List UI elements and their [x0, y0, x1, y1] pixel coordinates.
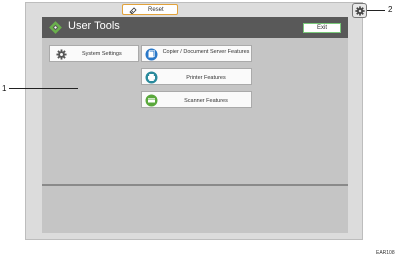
gear-icon [355, 6, 365, 16]
callout-number-2: 2 [388, 5, 393, 14]
printer-icon [145, 71, 158, 84]
divider [42, 184, 348, 186]
copier-label: Copier / Document Server Features [162, 49, 250, 55]
callout-number-1: 1 [2, 84, 7, 93]
eraser-icon [129, 7, 137, 14]
scanner-label: Scanner Features [184, 97, 228, 104]
printer-features-button[interactable]: Printer Features [141, 68, 252, 85]
title-bar: User Tools Exit [42, 17, 348, 38]
callout-line-1 [9, 88, 78, 89]
figure-code: EAR108 [376, 250, 395, 256]
user-tools-icon [49, 21, 62, 34]
reset-label: Reset [148, 6, 164, 13]
exit-button[interactable]: Exit [303, 23, 341, 33]
page-title: User Tools [68, 20, 120, 32]
printer-label: Printer Features [186, 74, 226, 81]
callout-line-2 [367, 10, 385, 11]
copier-document-server-features-button[interactable]: Copier / Document Server Features [141, 45, 252, 62]
gear-icon [56, 49, 67, 60]
scanner-icon [145, 94, 158, 107]
scanner-features-button[interactable]: Scanner Features [141, 91, 252, 108]
reset-button[interactable]: Reset [122, 4, 178, 15]
user-tools-key[interactable] [352, 3, 367, 18]
copier-icon [145, 48, 158, 61]
system-settings-button[interactable]: System Settings [49, 45, 139, 62]
user-tools-screen: User Tools Exit System Settings Copier /… [42, 17, 348, 233]
system-settings-label: System Settings [82, 51, 122, 57]
